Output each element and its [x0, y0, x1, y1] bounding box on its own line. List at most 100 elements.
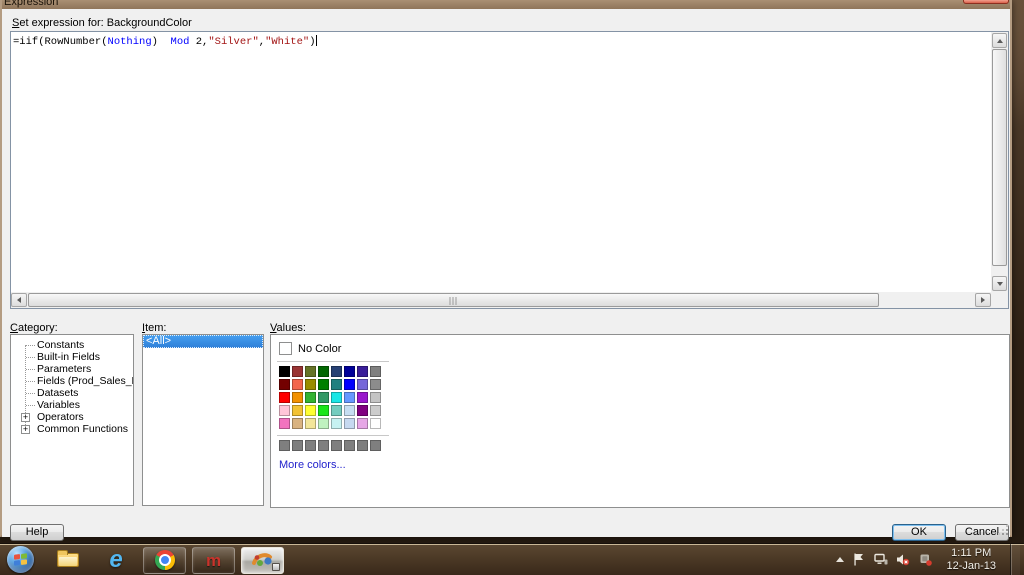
color-swatch[interactable] — [318, 392, 329, 403]
category-item[interactable]: +Operators — [11, 411, 133, 423]
color-swatch[interactable] — [357, 392, 368, 403]
no-color-checkbox[interactable] — [279, 342, 292, 355]
recent-color-swatch[interactable] — [305, 440, 316, 451]
color-swatch[interactable] — [305, 392, 316, 403]
action-center-flag-icon[interactable] — [852, 553, 866, 567]
device-eject-icon[interactable] — [918, 553, 932, 567]
color-swatch[interactable] — [331, 366, 342, 377]
category-item-label: Parameters — [37, 363, 91, 375]
color-swatch[interactable] — [344, 405, 355, 416]
color-palette — [279, 366, 381, 429]
color-swatch[interactable] — [292, 379, 303, 390]
color-swatch[interactable] — [279, 366, 290, 377]
color-swatch[interactable] — [331, 418, 342, 429]
color-swatch[interactable] — [331, 405, 342, 416]
hidden-icons-arrow-icon[interactable] — [836, 557, 844, 562]
scroll-left-button[interactable] — [11, 293, 27, 307]
recent-color-swatch[interactable] — [344, 440, 355, 451]
category-item[interactable]: Built-in Fields — [11, 351, 133, 363]
color-swatch[interactable] — [318, 418, 329, 429]
horizontal-scroll-thumb[interactable] — [28, 293, 879, 307]
color-swatch[interactable] — [318, 405, 329, 416]
category-item[interactable]: +Common Functions — [11, 423, 133, 435]
taskbar-item-bids-active[interactable] — [241, 547, 284, 574]
color-swatch[interactable] — [370, 366, 381, 377]
expand-plus-icon[interactable]: + — [21, 425, 30, 434]
category-item[interactable]: Datasets — [11, 387, 133, 399]
ok-button[interactable]: OK — [892, 524, 946, 541]
no-color-row[interactable]: No Color — [279, 342, 341, 355]
taskbar: e m 1:11 PM 12-Jan-13 — [0, 543, 1024, 575]
recent-color-swatch[interactable] — [279, 440, 290, 451]
color-swatch[interactable] — [292, 418, 303, 429]
recent-color-swatch[interactable] — [370, 440, 381, 451]
recent-color-swatch[interactable] — [357, 440, 368, 451]
color-swatch[interactable] — [370, 405, 381, 416]
recent-color-swatch[interactable] — [318, 440, 329, 451]
more-colors-link[interactable]: More colors... — [279, 459, 346, 471]
recent-colors-row — [279, 440, 381, 451]
recent-color-swatch[interactable] — [331, 440, 342, 451]
expand-plus-icon[interactable]: + — [21, 413, 30, 422]
taskbar-clock[interactable]: 1:11 PM 12-Jan-13 — [940, 547, 1002, 573]
color-swatch[interactable] — [305, 418, 316, 429]
color-swatch[interactable] — [305, 366, 316, 377]
color-swatch[interactable] — [370, 392, 381, 403]
app-badge-icon — [272, 563, 280, 571]
color-swatch[interactable] — [357, 379, 368, 390]
color-swatch[interactable] — [357, 405, 368, 416]
color-swatch[interactable] — [331, 392, 342, 403]
color-swatch[interactable] — [370, 379, 381, 390]
category-item[interactable]: Fields (Prod_Sales_DS) — [11, 375, 133, 387]
color-swatch[interactable] — [292, 392, 303, 403]
network-icon[interactable] — [874, 553, 888, 567]
show-desktop-button[interactable] — [1010, 544, 1020, 575]
color-swatch[interactable] — [344, 392, 355, 403]
scroll-down-button[interactable] — [992, 276, 1007, 291]
volume-muted-icon[interactable] — [896, 553, 910, 567]
taskbar-item-internet-explorer[interactable]: e — [101, 546, 131, 574]
color-swatch[interactable] — [279, 379, 290, 390]
item-list-row[interactable]: <All> — [143, 335, 263, 348]
color-swatch[interactable] — [344, 366, 355, 377]
color-swatch[interactable] — [305, 405, 316, 416]
taskbar-item-explorer[interactable] — [53, 546, 83, 574]
color-swatch[interactable] — [318, 366, 329, 377]
expression-code[interactable]: =iif(RowNumber(Nothing) Mod 2,"Silver","… — [11, 32, 991, 292]
color-swatch[interactable] — [279, 392, 290, 403]
color-swatch[interactable] — [292, 405, 303, 416]
title-bar[interactable]: Expression — [2, 0, 1010, 9]
category-label: Category: — [10, 322, 58, 334]
start-button[interactable] — [7, 546, 34, 573]
category-item[interactable]: Constants — [11, 339, 133, 351]
scroll-up-button[interactable] — [992, 33, 1007, 48]
color-swatch[interactable] — [344, 418, 355, 429]
expression-editor[interactable]: =iif(RowNumber(Nothing) Mod 2,"Silver","… — [10, 31, 1009, 309]
recent-color-swatch[interactable] — [292, 440, 303, 451]
color-swatch[interactable] — [370, 418, 381, 429]
category-item[interactable]: Variables — [11, 399, 133, 411]
resize-grip[interactable] — [997, 524, 1008, 535]
color-swatch[interactable] — [279, 418, 290, 429]
vertical-scrollbar[interactable] — [991, 32, 1008, 292]
taskbar-item-chrome[interactable] — [143, 547, 186, 574]
color-swatch[interactable] — [305, 379, 316, 390]
color-swatch[interactable] — [292, 366, 303, 377]
category-listbox[interactable]: ConstantsBuilt-in FieldsParametersFields… — [10, 334, 134, 506]
no-color-label: No Color — [298, 343, 341, 355]
item-label: Item: — [142, 322, 166, 334]
scroll-right-button[interactable] — [975, 293, 991, 307]
close-icon[interactable] — [963, 0, 1009, 4]
color-swatch[interactable] — [357, 418, 368, 429]
taskbar-item-app-m[interactable]: m — [192, 547, 235, 574]
horizontal-scrollbar[interactable] — [11, 292, 991, 308]
category-item[interactable]: Parameters — [11, 363, 133, 375]
color-swatch[interactable] — [344, 379, 355, 390]
color-swatch[interactable] — [279, 405, 290, 416]
color-swatch[interactable] — [357, 366, 368, 377]
color-swatch[interactable] — [318, 379, 329, 390]
vertical-scroll-thumb[interactable] — [992, 49, 1007, 266]
help-button[interactable]: Help — [10, 524, 64, 541]
color-swatch[interactable] — [331, 379, 342, 390]
item-listbox[interactable]: <All> — [142, 334, 264, 506]
